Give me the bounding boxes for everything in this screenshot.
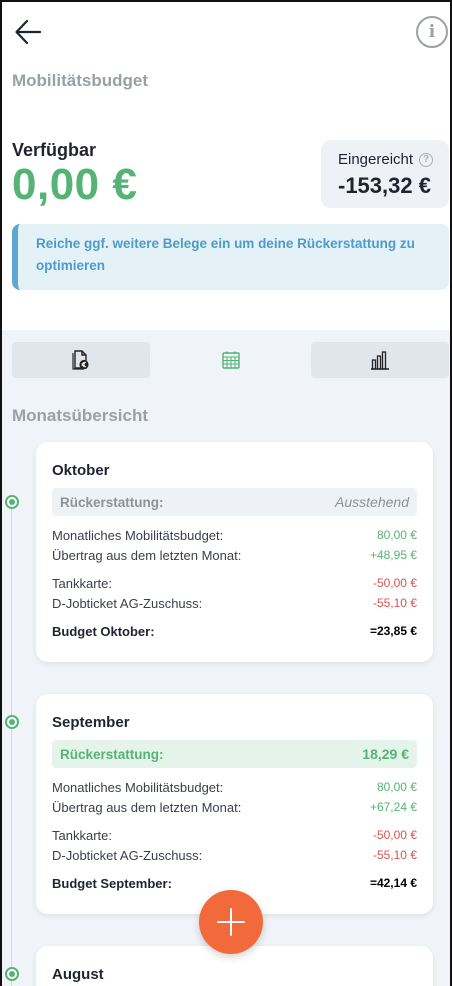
line-value: -55,10 € bbox=[372, 848, 417, 862]
line-budget-total: Budget Oktober: =23,85 € bbox=[52, 624, 417, 639]
help-icon[interactable]: ? bbox=[419, 152, 434, 167]
line-carryover: Übertrag aus dem letzten Monat: +67,24 € bbox=[52, 800, 417, 815]
line-value: -50,00 € bbox=[372, 576, 417, 590]
line-label: Tankkarte: bbox=[52, 828, 112, 843]
line-value: 80,00 € bbox=[376, 528, 417, 542]
available-value: 0,00 € bbox=[12, 160, 138, 209]
submitted-label-row: Eingereicht ? bbox=[338, 151, 449, 168]
line-jobticket: D-Jobticket AG-Zuschuss: -55,10 € bbox=[52, 848, 417, 863]
line-label: D-Jobticket AG-Zuschuss: bbox=[52, 848, 203, 863]
month-title: August bbox=[52, 966, 104, 983]
refund-value: Ausstehend bbox=[335, 494, 409, 510]
tab-documents[interactable] bbox=[12, 342, 150, 378]
back-button[interactable] bbox=[12, 16, 44, 48]
bar-chart-icon bbox=[371, 351, 389, 370]
header-area: i Mobilitätsbudget Verfügbar 0,00 € Eing… bbox=[0, 0, 452, 330]
refund-value: 18,29 € bbox=[362, 746, 409, 762]
line-value: 80,00 € bbox=[376, 780, 417, 794]
refund-label: Rückerstattung: bbox=[60, 746, 164, 762]
total-label: Budget September: bbox=[52, 876, 172, 891]
line-label: Monatliches Mobilitätsbudget: bbox=[52, 780, 224, 795]
hint-banner: Reiche ggf. weitere Belege ein um deine … bbox=[12, 224, 449, 290]
line-monthly-budget: Monatliches Mobilitätsbudget: 80,00 € bbox=[52, 528, 417, 543]
section-title: Monatsübersicht bbox=[12, 406, 149, 425]
timeline-dot bbox=[5, 495, 19, 509]
add-receipt-button[interactable] bbox=[199, 890, 263, 954]
submitted-label: Eingereicht bbox=[338, 151, 414, 168]
refund-row: Rückerstattung: 18,29 € bbox=[52, 740, 417, 768]
tab-statistics[interactable] bbox=[311, 342, 449, 378]
info-icon: i bbox=[428, 22, 436, 42]
plus-icon bbox=[217, 908, 245, 936]
available-label: Verfügbar bbox=[12, 140, 97, 160]
submitted-value: -153,32 € bbox=[338, 173, 431, 198]
line-value: +48,95 € bbox=[369, 548, 417, 562]
line-fuel-card: Tankkarte: -50,00 € bbox=[52, 828, 417, 843]
line-fuel-card: Tankkarte: -50,00 € bbox=[52, 576, 417, 591]
line-label: Tankkarte: bbox=[52, 576, 112, 591]
document-euro-icon bbox=[72, 350, 89, 370]
tab-calendar[interactable] bbox=[162, 342, 299, 378]
line-monthly-budget: Monatliches Mobilitätsbudget: 80,00 € bbox=[52, 780, 417, 795]
month-card-september[interactable]: September Rückerstattung: 18,29 € Monatl… bbox=[36, 694, 433, 914]
line-value: -50,00 € bbox=[372, 828, 417, 842]
timeline-dot bbox=[5, 967, 19, 981]
total-value: =42,14 € bbox=[369, 876, 417, 890]
timeline-dot bbox=[5, 715, 19, 729]
arrow-left-icon bbox=[15, 19, 42, 45]
total-label: Budget Oktober: bbox=[52, 624, 155, 639]
line-label: D-Jobticket AG-Zuschuss: bbox=[52, 596, 203, 611]
line-value: +67,24 € bbox=[369, 800, 417, 814]
line-label: Monatliches Mobilitätsbudget: bbox=[52, 528, 224, 543]
line-jobticket: D-Jobticket AG-Zuschuss: -55,10 € bbox=[52, 596, 417, 611]
overview-area: Monatsübersicht Oktober Rückerstattung: … bbox=[0, 330, 452, 986]
submitted-box: Eingereicht ? -153,32 € bbox=[321, 140, 449, 208]
line-label: Übertrag aus dem letzten Monat: bbox=[52, 548, 242, 563]
line-value: -55,10 € bbox=[372, 596, 417, 610]
calendar-icon bbox=[221, 351, 240, 369]
month-card-oktober[interactable]: Oktober Rückerstattung: Ausstehend Monat… bbox=[36, 442, 433, 662]
timeline-line bbox=[11, 500, 12, 986]
line-label: Übertrag aus dem letzten Monat: bbox=[52, 800, 242, 815]
info-button[interactable]: i bbox=[416, 16, 448, 48]
line-carryover: Übertrag aus dem letzten Monat: +48,95 € bbox=[52, 548, 417, 563]
refund-row: Rückerstattung: Ausstehend bbox=[52, 488, 417, 516]
line-budget-total: Budget September: =42,14 € bbox=[52, 876, 417, 891]
total-value: =23,85 € bbox=[369, 624, 417, 638]
month-title: Oktober bbox=[52, 462, 110, 479]
page-title: Mobilitätsbudget bbox=[12, 71, 148, 90]
month-title: September bbox=[52, 714, 130, 731]
refund-label: Rückerstattung: bbox=[60, 494, 164, 510]
view-tabs bbox=[12, 342, 449, 378]
